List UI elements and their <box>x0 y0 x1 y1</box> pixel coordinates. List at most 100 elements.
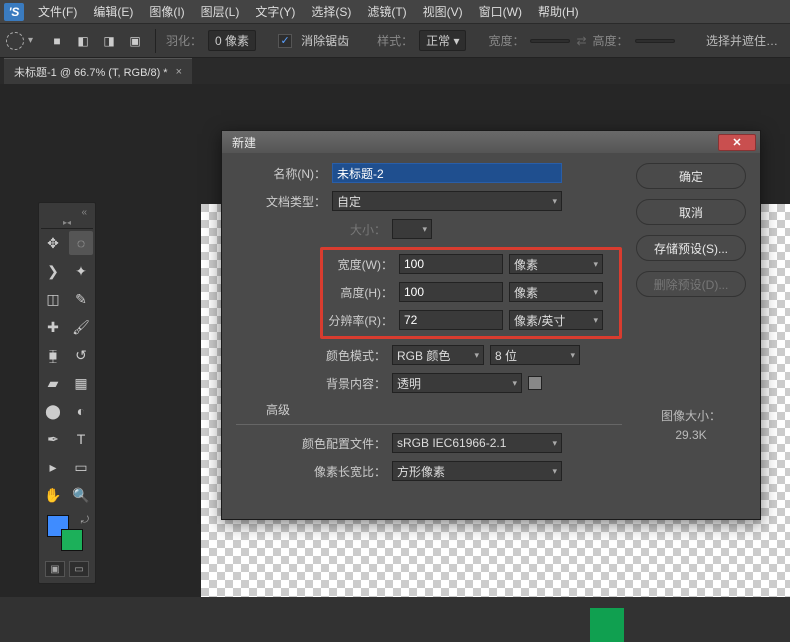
document-tab-title: 未标题-1 @ 66.7% (T, RGB/8) * <box>14 64 168 80</box>
bgcolor-swatch[interactable] <box>528 376 542 390</box>
resolution-input[interactable] <box>399 310 503 330</box>
swap-dims-icon[interactable]: ⇄ <box>576 34 586 48</box>
style-dropdown[interactable]: 正常 ▾ <box>419 30 466 51</box>
history-brush-tool-icon[interactable]: ↺ <box>69 343 93 367</box>
menu-image[interactable]: 图像(I) <box>141 3 192 20</box>
aspect-select[interactable]: 方形像素▾ <box>392 461 562 481</box>
dialog-title: 新建 <box>232 134 256 151</box>
crop-tool-icon[interactable]: ◫ <box>41 287 65 311</box>
save-preset-button[interactable]: 存储预设(S)... <box>636 235 746 261</box>
marquee-tool-icon[interactable]: ◌ <box>69 231 93 255</box>
antialias-label: 消除锯齿 <box>301 32 349 49</box>
document-tab[interactable]: 未标题-1 @ 66.7% (T, RGB/8) * × <box>4 58 192 84</box>
brush-tool-icon[interactable]: 🖌 <box>69 315 93 339</box>
doctype-label: 文档类型： <box>236 193 326 210</box>
gradient-tool-icon[interactable]: ▦ <box>69 371 93 395</box>
menu-layer[interactable]: 图层(L) <box>193 3 248 20</box>
resolution-label: 分辨率(R)： <box>323 312 393 329</box>
hand-tool-icon[interactable]: ✋ <box>41 483 65 507</box>
reset-swatch-icon[interactable]: ⤾ <box>81 515 89 526</box>
select-and-mask-button[interactable]: 选择并遮住… <box>700 32 784 49</box>
menu-filter[interactable]: 滤镜(T) <box>359 3 414 20</box>
colormode-label: 颜色模式： <box>236 347 386 364</box>
menu-file[interactable]: 文件(F) <box>30 3 85 20</box>
dimension-highlight: 宽度(W)： 像素▾ 高度(H)： 像素▾ 分辨率(R)： 像素/英寸▾ <box>320 247 622 339</box>
advanced-divider <box>236 424 622 425</box>
dlg-width-unit-select[interactable]: 像素▾ <box>509 254 603 274</box>
dlg-height-label: 高度(H)： <box>323 284 393 301</box>
size-label: 大小： <box>236 221 386 238</box>
delete-preset-button[interactable]: 删除预设(D)... <box>636 271 746 297</box>
close-tab-icon[interactable]: × <box>176 66 182 78</box>
height-input[interactable] <box>635 39 675 43</box>
options-bar: ▾ ■ ◧ ◨ ▣ 羽化： 0 像素 ✓ 消除锯齿 样式： 正常 ▾ 宽度： ⇄… <box>0 24 790 58</box>
lasso-tool-icon[interactable]: ❯ <box>41 259 65 283</box>
app-logo: 'S <box>4 3 24 21</box>
profile-label: 颜色配置文件： <box>236 435 386 452</box>
bgcontent-label: 背景内容： <box>236 375 386 392</box>
document-tab-bar: 未标题-1 @ 66.7% (T, RGB/8) * × <box>0 58 790 84</box>
tool-preset-icon[interactable] <box>6 32 24 50</box>
panel-drag-handle[interactable]: « <box>41 207 93 217</box>
pen-tool-icon[interactable]: ✒ <box>41 427 65 451</box>
type-tool-icon[interactable]: T <box>69 427 93 451</box>
selection-intersect-icon[interactable]: ▣ <box>125 31 145 51</box>
profile-select[interactable]: sRGB IEC61966-2.1▾ <box>392 433 562 453</box>
preset-chevron-icon[interactable]: ▾ <box>28 35 33 46</box>
panel-collapse-icon[interactable]: ▸◂ <box>41 217 93 229</box>
menu-edit[interactable]: 编辑(E) <box>85 3 141 20</box>
dlg-width-input[interactable] <box>399 254 503 274</box>
name-input[interactable] <box>332 163 562 183</box>
dodge-tool-icon[interactable]: ◐ <box>69 399 93 423</box>
eyedropper-tool-icon[interactable]: ✎ <box>69 287 93 311</box>
tools-panel: « ▸◂ ✥ ◌ ❯ ✦ ◫ ✎ ✚ 🖌 ⧯ ↺ ▰ ▦ ⬤ ◐ ✒ T ▸ ▭… <box>38 202 96 584</box>
bitdepth-select[interactable]: 8 位▾ <box>490 345 580 365</box>
selection-subtract-icon[interactable]: ◨ <box>99 31 119 51</box>
dlg-height-input[interactable] <box>399 282 503 302</box>
aspect-label: 像素长宽比： <box>236 463 386 480</box>
size-select[interactable]: ▾ <box>392 219 432 239</box>
antialias-checkbox[interactable]: ✓ <box>278 34 292 48</box>
cancel-button[interactable]: 取消 <box>636 199 746 225</box>
dlg-height-unit-select[interactable]: 像素▾ <box>509 282 603 302</box>
selection-add-icon[interactable]: ◧ <box>73 31 93 51</box>
screenmode-icon[interactable]: ▭ <box>69 561 89 577</box>
color-swatches[interactable]: ⤾ <box>41 513 93 557</box>
blur-tool-icon[interactable]: ⬤ <box>41 399 65 423</box>
menu-view[interactable]: 视图(V) <box>415 3 471 20</box>
dialog-close-button[interactable]: ✕ <box>718 134 756 151</box>
name-label: 名称(N)： <box>236 165 326 182</box>
healing-tool-icon[interactable]: ✚ <box>41 315 65 339</box>
menu-type[interactable]: 文字(Y) <box>247 3 303 20</box>
bgcontent-select[interactable]: 透明▾ <box>392 373 522 393</box>
menu-select[interactable]: 选择(S) <box>303 3 359 20</box>
feather-input[interactable]: 0 像素 <box>208 30 256 51</box>
selection-new-icon[interactable]: ■ <box>47 31 67 51</box>
colormode-select[interactable]: RGB 颜色▾ <box>392 345 484 365</box>
quickmask-icon[interactable]: ▣ <box>45 561 65 577</box>
menu-window[interactable]: 窗口(W) <box>471 3 530 20</box>
width-label: 宽度： <box>488 32 524 49</box>
eraser-tool-icon[interactable]: ▰ <box>41 371 65 395</box>
magic-wand-tool-icon[interactable]: ✦ <box>69 259 93 283</box>
move-tool-icon[interactable]: ✥ <box>41 231 65 255</box>
resolution-unit-select[interactable]: 像素/英寸▾ <box>509 310 603 330</box>
imagesize-value: 29.3K <box>636 426 746 445</box>
imagesize-label: 图像大小： <box>636 407 746 426</box>
height-label: 高度： <box>593 32 629 49</box>
doctype-select[interactable]: 自定▾ <box>332 191 562 211</box>
advanced-header: 高级 <box>266 401 622 418</box>
menu-help[interactable]: 帮助(H) <box>530 3 587 20</box>
background-color[interactable] <box>61 529 83 551</box>
feather-label: 羽化： <box>166 32 202 49</box>
width-input[interactable] <box>530 39 570 43</box>
shape-tool-icon[interactable]: ▭ <box>69 455 93 479</box>
canvas-object[interactable] <box>590 608 624 642</box>
path-select-tool-icon[interactable]: ▸ <box>41 455 65 479</box>
zoom-tool-icon[interactable]: 🔍 <box>69 483 93 507</box>
stamp-tool-icon[interactable]: ⧯ <box>41 343 65 367</box>
dialog-titlebar[interactable]: 新建 ✕ <box>222 131 760 153</box>
new-document-dialog: 新建 ✕ 名称(N)： 文档类型： 自定▾ 大小： ▾ 宽度(W)： 像素▾ <box>221 130 761 520</box>
menu-bar: 'S 文件(F) 编辑(E) 图像(I) 图层(L) 文字(Y) 选择(S) 滤… <box>0 0 790 24</box>
ok-button[interactable]: 确定 <box>636 163 746 189</box>
